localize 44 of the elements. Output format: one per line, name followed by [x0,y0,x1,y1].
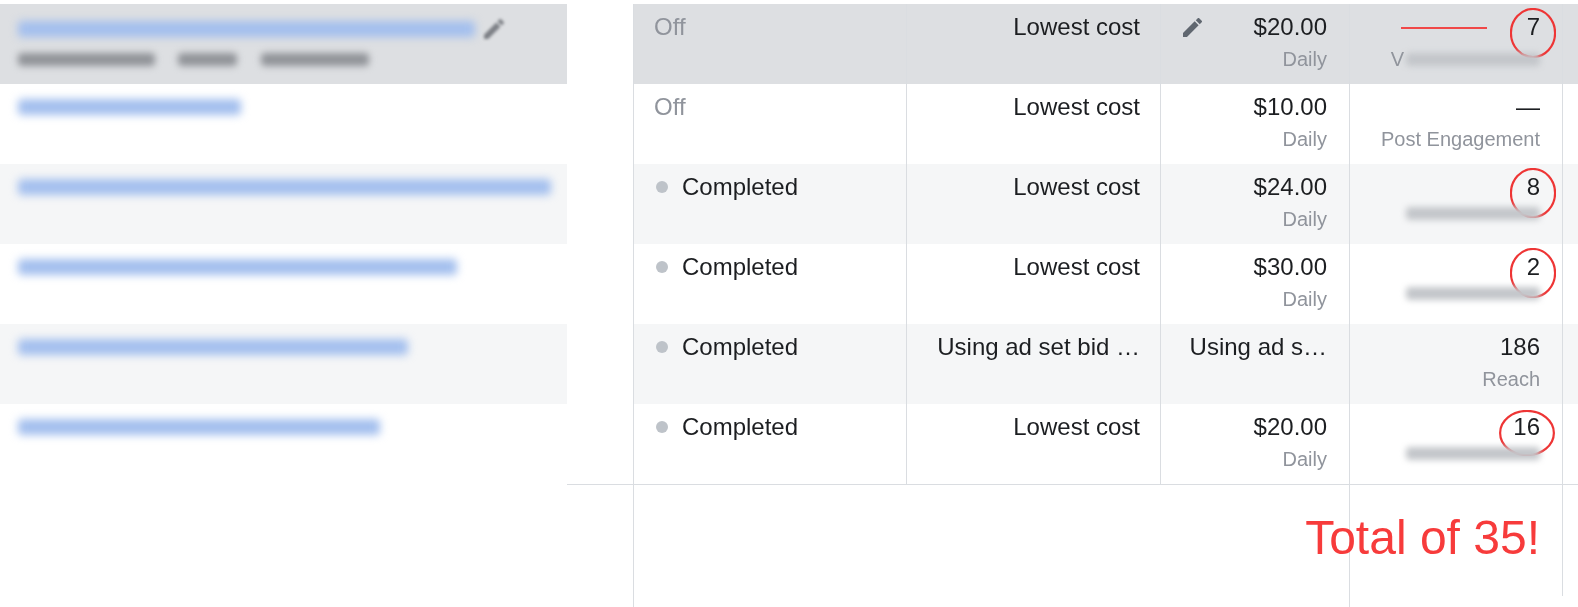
delivery-status: Completed [682,173,799,201]
result-value: 8 [1526,173,1540,201]
blurred-link-text[interactable] [18,179,551,195]
budget-amount: $30.00 [1253,253,1327,281]
budget-period: Daily [1282,287,1327,311]
budget-amount: Using ad s… [1189,333,1327,361]
result-label: Reach [1482,367,1540,391]
budget-amount: $20.00 [1253,413,1327,441]
pencil-icon[interactable] [484,19,504,39]
budget-amount: $10.00 [1253,93,1327,121]
bid-strategy-text: Using ad set bid … [937,333,1140,361]
annotation-text: Total of 35! [1305,514,1540,562]
result-value: 16 [1513,413,1540,441]
budget-period: Daily [1282,207,1327,231]
budget-amount: $20.00 [1253,13,1327,41]
delivery-status: Completed [682,253,799,281]
bid-strategy-text: Lowest cost [1013,93,1140,121]
blurred-text[interactable] [261,53,369,66]
bid-strategy-text: Lowest cost [1013,253,1140,281]
blurred-link-text[interactable] [18,339,408,355]
bid-strategy-text: Lowest cost [1013,13,1140,41]
result-label: V [1390,47,1404,71]
result-value: 7 [1526,13,1540,41]
budget-period: Daily [1282,47,1327,71]
budget-amount: $24.00 [1253,173,1327,201]
pencil-icon[interactable] [1183,17,1202,37]
blurred-link-text[interactable] [18,21,475,37]
blurred-link-text[interactable] [18,99,241,115]
budget-period: Daily [1282,127,1327,151]
bid-strategy-text: Lowest cost [1013,413,1140,441]
budget-period: Daily [1282,447,1327,471]
blurred-link-text[interactable] [18,259,457,275]
delivery-status: Off [654,13,686,41]
result-value: 186 [1499,333,1540,361]
bid-strategy-text: Lowest cost [1013,173,1140,201]
blurred-link-text[interactable] [18,419,380,435]
blurred-text[interactable] [18,53,155,66]
result-value: 2 [1526,253,1540,281]
delivery-status: Off [654,93,686,121]
blurred-text[interactable] [178,53,237,66]
result-value: — [1516,93,1540,121]
delivery-status: Completed [682,333,799,361]
delivery-status: Completed [682,413,799,441]
result-label: Post Engagement [1381,127,1540,151]
